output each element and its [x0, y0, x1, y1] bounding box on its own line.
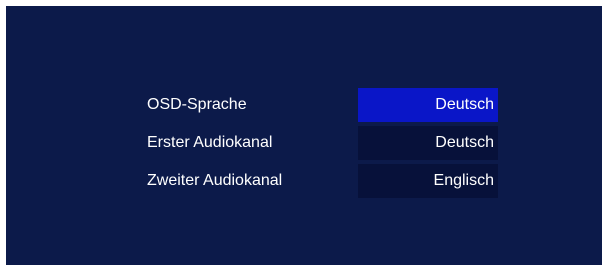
- setting-label-osd-language: OSD-Sprache: [147, 96, 247, 113]
- setting-value-second-audio-channel[interactable]: Englisch: [358, 164, 498, 198]
- setting-value-osd-language[interactable]: Deutsch: [358, 88, 498, 122]
- setting-label-second-audio-channel: Zweiter Audiokanal: [147, 172, 283, 189]
- setting-row-second-audio-channel[interactable]: Zweiter Audiokanal Englisch: [130, 164, 498, 198]
- language-settings-menu: OSD-Sprache Deutsch Erster Audiokanal De…: [6, 6, 602, 265]
- osd-screen: OSD-Sprache Deutsch Erster Audiokanal De…: [6, 6, 602, 265]
- setting-value-first-audio-channel[interactable]: Deutsch: [358, 126, 498, 160]
- setting-row-first-audio-channel[interactable]: Erster Audiokanal Deutsch: [130, 126, 498, 160]
- setting-row-osd-language[interactable]: OSD-Sprache Deutsch: [130, 88, 498, 122]
- setting-label-first-audio-channel: Erster Audiokanal: [147, 134, 273, 151]
